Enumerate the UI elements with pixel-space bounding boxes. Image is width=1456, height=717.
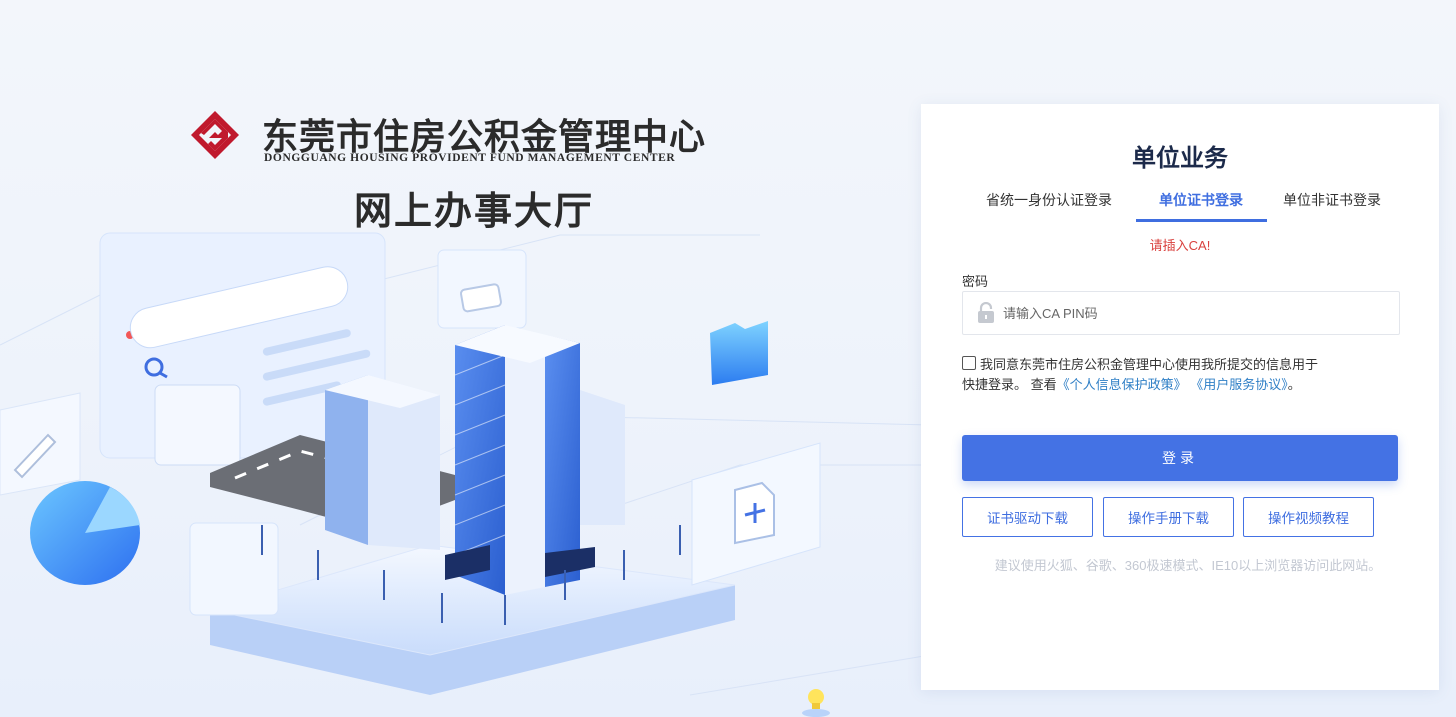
- ca-warning-message: 请插入CA!: [1149, 238, 1211, 253]
- tab-certificate-login[interactable]: 单位证书登录: [1159, 190, 1243, 210]
- agreement-text-prefix: 快捷登录。 查看: [962, 377, 1057, 392]
- active-tab-indicator: [1136, 219, 1267, 222]
- brand-logo-icon: [191, 111, 239, 159]
- tab-unified-identity-login[interactable]: 省统一身份认证登录: [986, 190, 1112, 210]
- browser-tip: 建议使用火狐、谷歌、360极速模式、IE10以上浏览器访问此网站。: [994, 558, 1382, 573]
- panel-title: 单位业务: [1132, 145, 1228, 172]
- password-label: 密码: [962, 274, 989, 289]
- brand-header: 东莞市住房公积金管理中心 DONGGUANG HOUSING PROVIDENT…: [190, 108, 705, 168]
- brand-name-en: DONGGUANG HOUSING PROVIDENT FUND MANAGEM…: [264, 152, 676, 164]
- video-tutorial-button[interactable]: 操作视频教程: [1243, 497, 1374, 537]
- service-agreement-link[interactable]: 《用户服务协议》: [1190, 377, 1288, 392]
- lock-icon: [978, 302, 994, 323]
- agreement-checkbox[interactable]: [962, 356, 976, 370]
- password-field-box: [962, 291, 1400, 335]
- agreement-text-tail: 。: [1287, 377, 1301, 392]
- tab-non-certificate-login[interactable]: 单位非证书登录: [1283, 190, 1381, 210]
- agreement-text-line1: 我同意东莞市住房公积金管理中心使用我所提交的信息用于: [980, 357, 1319, 372]
- agreement-text-line2: 快捷登录。 查看《个人信息保护政策》 《用户服务协议》。: [962, 375, 1301, 395]
- city-illustration: [0, 232, 930, 696]
- login-tabs: 省统一身份认证登录 单位证书登录 单位非证书登录: [967, 182, 1397, 222]
- lightbulb-icon: [802, 689, 830, 717]
- login-button[interactable]: 登录: [962, 435, 1398, 481]
- driver-download-button[interactable]: 证书驱动下载: [962, 497, 1093, 537]
- privacy-policy-link[interactable]: 《个人信息保护政策》: [1057, 377, 1187, 392]
- login-panel: 单位业务 省统一身份认证登录 单位证书登录 单位非证书登录 请插入CA! 密码 …: [921, 104, 1439, 690]
- manual-download-button[interactable]: 操作手册下载: [1103, 497, 1234, 537]
- ca-pin-input[interactable]: [1003, 292, 1393, 334]
